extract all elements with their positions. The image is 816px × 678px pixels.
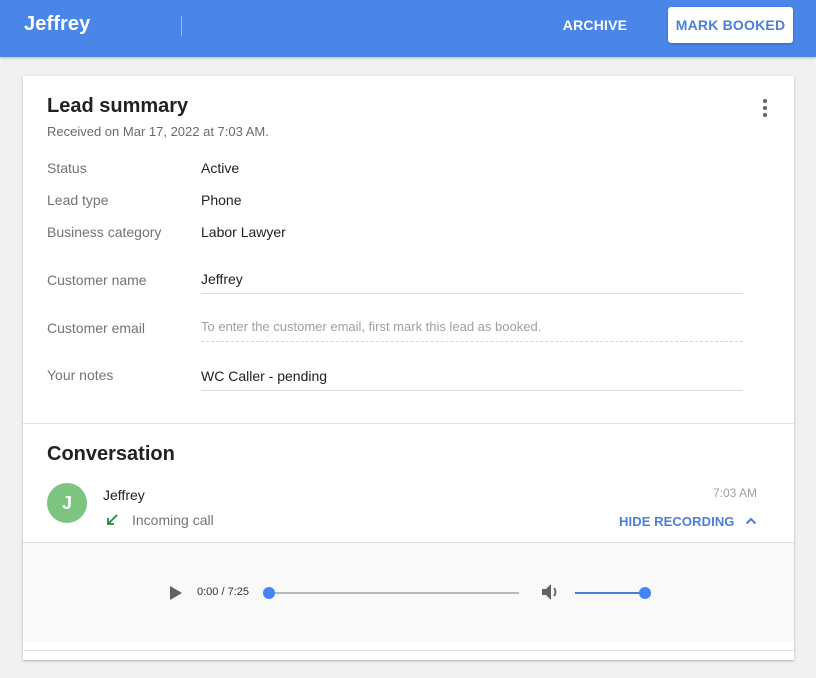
status-label: Status — [47, 160, 87, 176]
lead-type-label: Lead type — [47, 192, 109, 208]
volume-fill — [575, 592, 645, 594]
bottom-divider — [23, 650, 794, 651]
lead-card: Lead summary Received on Mar 17, 2022 at… — [23, 76, 794, 660]
notes-label: Your notes — [47, 367, 114, 383]
caller-name: Jeffrey — [103, 487, 145, 503]
progress-slider[interactable] — [263, 587, 519, 599]
business-category-label: Business category — [47, 224, 162, 240]
customer-name-input[interactable] — [201, 264, 743, 294]
time-readout: 0:00 / 7:25 — [197, 586, 249, 598]
volume-knob[interactable] — [639, 587, 651, 599]
chevron-up-icon — [745, 517, 756, 525]
avatar: J — [47, 483, 87, 523]
lead-summary-title: Lead summary — [47, 95, 189, 117]
volume-slider[interactable] — [575, 587, 651, 599]
business-category-value: Labor Lawyer — [201, 224, 286, 240]
audio-player: 0:00 / 7:25 — [23, 542, 794, 642]
hide-recording-label: HIDE RECORDING — [619, 513, 735, 529]
lead-type-value: Phone — [201, 192, 242, 208]
hide-recording-button[interactable]: HIDE RECORDING — [619, 510, 757, 532]
mark-booked-button[interactable]: MARK BOOKED — [668, 7, 793, 43]
customer-name-label: Customer name — [47, 272, 147, 288]
call-received-icon — [107, 514, 118, 525]
notes-input[interactable] — [201, 361, 743, 391]
section-divider — [23, 423, 794, 424]
archive-button[interactable]: ARCHIVE — [552, 8, 638, 42]
customer-email-input[interactable] — [201, 312, 743, 342]
app-bar-title: Jeffrey — [24, 13, 91, 35]
play-icon[interactable] — [169, 585, 183, 601]
app-bar-divider — [181, 16, 182, 36]
more-vert-icon-dot — [763, 113, 767, 117]
more-vert-icon — [763, 99, 767, 103]
more-vert-icon-dot — [763, 106, 767, 110]
call-type: Incoming call — [132, 512, 214, 528]
call-time: 7:03 AM — [713, 486, 758, 500]
volume-icon[interactable] — [541, 583, 561, 601]
more-options-button[interactable] — [757, 96, 773, 120]
conversation-title: Conversation — [47, 443, 175, 465]
status-value: Active — [201, 160, 240, 176]
customer-email-label: Customer email — [47, 320, 146, 336]
progress-knob[interactable] — [263, 587, 275, 599]
received-date: Received on Mar 17, 2022 at 7:03 AM. — [47, 124, 269, 139]
top-app-bar: Jeffrey ARCHIVE MARK BOOKED — [0, 0, 816, 57]
